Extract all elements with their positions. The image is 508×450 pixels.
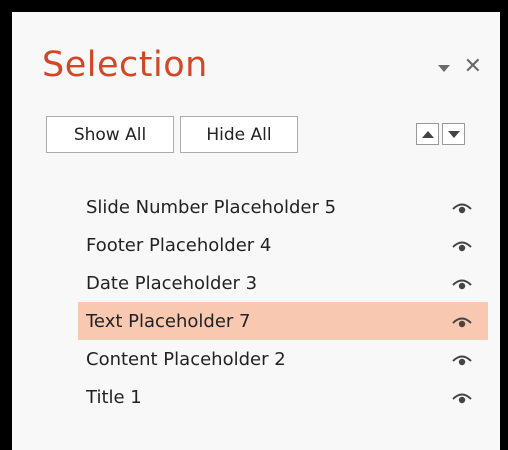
hide-all-button[interactable]: Hide All bbox=[180, 116, 298, 153]
show-all-button[interactable]: Show All bbox=[46, 116, 174, 153]
list-item[interactable]: Footer Placeholder 4 bbox=[78, 226, 488, 264]
arrow-up-icon bbox=[421, 130, 434, 138]
eye-icon[interactable] bbox=[452, 390, 472, 404]
list-item-label: Date Placeholder 3 bbox=[86, 272, 258, 294]
list-item-label: Content Placeholder 2 bbox=[86, 348, 286, 370]
close-icon[interactable]: ✕ bbox=[464, 56, 482, 78]
eye-icon[interactable] bbox=[452, 238, 472, 252]
list-item-label: Slide Number Placeholder 5 bbox=[86, 196, 337, 218]
pane-controls: ✕ bbox=[437, 56, 482, 78]
eye-icon[interactable] bbox=[452, 314, 472, 328]
arrow-down-icon bbox=[447, 130, 460, 138]
eye-icon[interactable] bbox=[452, 352, 472, 366]
eye-icon[interactable] bbox=[452, 276, 472, 290]
selection-list: Slide Number Placeholder 5 Footer Placeh… bbox=[78, 188, 488, 416]
list-item[interactable]: Content Placeholder 2 bbox=[78, 340, 488, 378]
list-item-label: Text Placeholder 7 bbox=[86, 310, 251, 332]
list-item[interactable]: Title 1 bbox=[78, 378, 488, 416]
send-backward-button[interactable] bbox=[442, 123, 465, 145]
selection-pane: Selection ✕ Show All Hide All Slide Numb… bbox=[12, 12, 500, 450]
bring-forward-button[interactable] bbox=[416, 123, 439, 145]
eye-icon[interactable] bbox=[452, 200, 472, 214]
list-item[interactable]: Text Placeholder 7 bbox=[78, 302, 488, 340]
list-item[interactable]: Slide Number Placeholder 5 bbox=[78, 188, 488, 226]
list-item-label: Footer Placeholder 4 bbox=[86, 234, 272, 256]
pane-title: Selection bbox=[42, 45, 208, 85]
list-item-label: Title 1 bbox=[86, 386, 142, 408]
chevron-down-icon[interactable] bbox=[437, 64, 450, 72]
list-item[interactable]: Date Placeholder 3 bbox=[78, 264, 488, 302]
